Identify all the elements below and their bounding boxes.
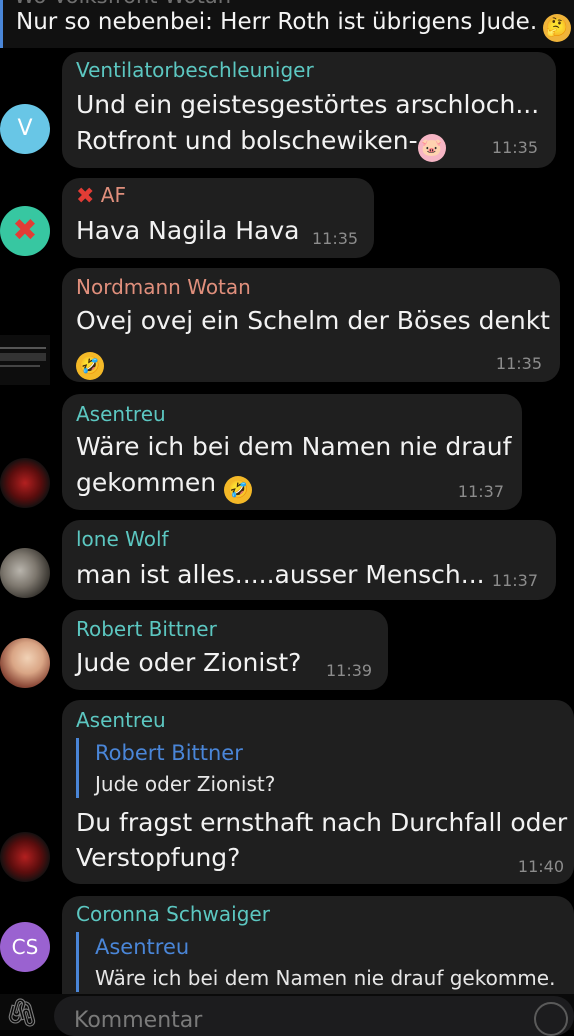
message-line: Und ein geistesgestörtes arschloch... [76,90,540,119]
message-line: man ist alles.....ausser Mensch... [76,560,485,589]
message-time: 11:37 [457,482,504,501]
reply-accent-bar [0,0,3,48]
message-time: 11:35 [491,138,538,157]
avatar[interactable] [0,832,50,882]
message-bubble[interactable]: Ventilatorbeschleuniger Und ein geistesg… [62,52,556,168]
message-line-with-emoji: Rotfront und bolschewiken- 🐷 [76,122,446,162]
paperclip-icon[interactable]: 🖇 [4,996,40,1029]
reply-quote-sender: Asentreu [95,935,190,959]
message-time: 11:37 [491,571,538,590]
reply-quote[interactable]: Robert Bittner Jude oder Zionist? [76,738,275,798]
message-sender[interactable]: Robert Bittner [76,617,217,641]
message-line: Verstopfung? [76,843,241,872]
message-line: Jude oder Zionist? [76,648,302,677]
message-line-emoji: 🤣 [76,340,104,380]
message-sender-name: AF [100,183,126,207]
rofl-face-icon: 🤣 [76,352,104,380]
schedule-icon[interactable] [534,1002,568,1036]
message-line: gekommen [76,468,217,497]
top-message-body: Nur so nebenbei: Herr Roth ist übrigens … [16,9,538,35]
message-line: Hava Nagila Hava [76,216,300,245]
thinking-face-icon: 🤔 [543,14,572,42]
reply-quote-sender: Robert Bittner [95,741,243,765]
message-sender[interactable]: Ventilatorbeschleuniger [76,58,314,82]
comment-input[interactable]: Kommentar [54,996,574,1036]
top-message[interactable]: Wo Volksfront Wotan Nur so nebenbei: Her… [0,0,574,48]
message-bubble[interactable]: Nordmann Wotan Ovej ovej ein Schelm der … [62,268,560,382]
avatar-image [0,353,46,361]
message-sender[interactable]: Coronna Schwaiger [76,902,270,926]
message-time: 11:35 [495,354,542,373]
message-bubble[interactable]: lone Wolf man ist alles.....ausser Mensc… [62,520,556,600]
avatar[interactable] [0,458,50,508]
top-message-text: Nur so nebenbei: Herr Roth ist übrigens … [16,9,572,42]
cross-mark-icon: ✖ [76,184,95,209]
pig-face-icon: 🐷 [417,134,446,162]
reply-quote-text: Jude oder Zionist? [95,772,276,796]
message-bubble[interactable]: Asentreu Wäre ich bei dem Namen nie drau… [62,394,522,510]
comment-placeholder: Kommentar [74,1008,203,1033]
message-line: Ovej ovej ein Schelm der Böses denkt [76,306,550,335]
avatar-image [0,347,46,349]
composer-bar: 🖇 Kommentar [0,994,574,1036]
message-sender[interactable]: Asentreu [76,708,166,732]
message-line: Wäre ich bei dem Namen nie drauf [76,432,512,461]
message-bubble[interactable]: Coronna Schwaiger Asentreu Wäre ich bei … [62,896,574,1006]
avatar-image [0,365,40,367]
message-time: 11:40 [517,857,564,876]
message-bubble[interactable]: ✖ AF Hava Nagila Hava 11:35 [62,178,374,258]
avatar[interactable]: ✖ [0,206,50,256]
message-line: Rotfront und bolschewiken- [76,126,418,155]
message-sender[interactable]: ✖ AF [76,183,126,209]
reply-quote[interactable]: Asentreu Wäre ich bei dem Namen nie drau… [76,932,555,992]
message-sender[interactable]: Asentreu [76,402,166,426]
avatar[interactable] [0,548,50,598]
message-time: 11:35 [312,229,359,248]
avatar-initial: V [17,116,33,141]
top-message-sender: Wo Volksfront Wotan [14,0,231,8]
avatar[interactable]: CS [0,922,50,972]
message-sender[interactable]: lone Wolf [76,527,169,551]
message-bubble[interactable]: Robert Bittner Jude oder Zionist? 11:39 [62,610,388,690]
rofl-face-icon: 🤣 [224,476,253,504]
message-sender[interactable]: Nordmann Wotan [76,275,251,299]
message-line-with-emoji: gekommen 🤣 [76,464,253,504]
message-bubble[interactable]: Asentreu Robert Bittner Jude oder Zionis… [62,700,574,884]
cross-mark-icon: ✖ [12,213,38,248]
avatar-initials: CS [11,935,39,959]
reply-quote-text: Wäre ich bei dem Namen nie drauf gekomme… [95,966,556,990]
avatar[interactable] [0,638,50,688]
avatar[interactable]: V [0,104,50,154]
message-time: 11:39 [326,661,373,680]
message-line: Du fragst ernsthaft nach Durchfall oder [76,808,568,837]
avatar[interactable] [0,335,50,385]
